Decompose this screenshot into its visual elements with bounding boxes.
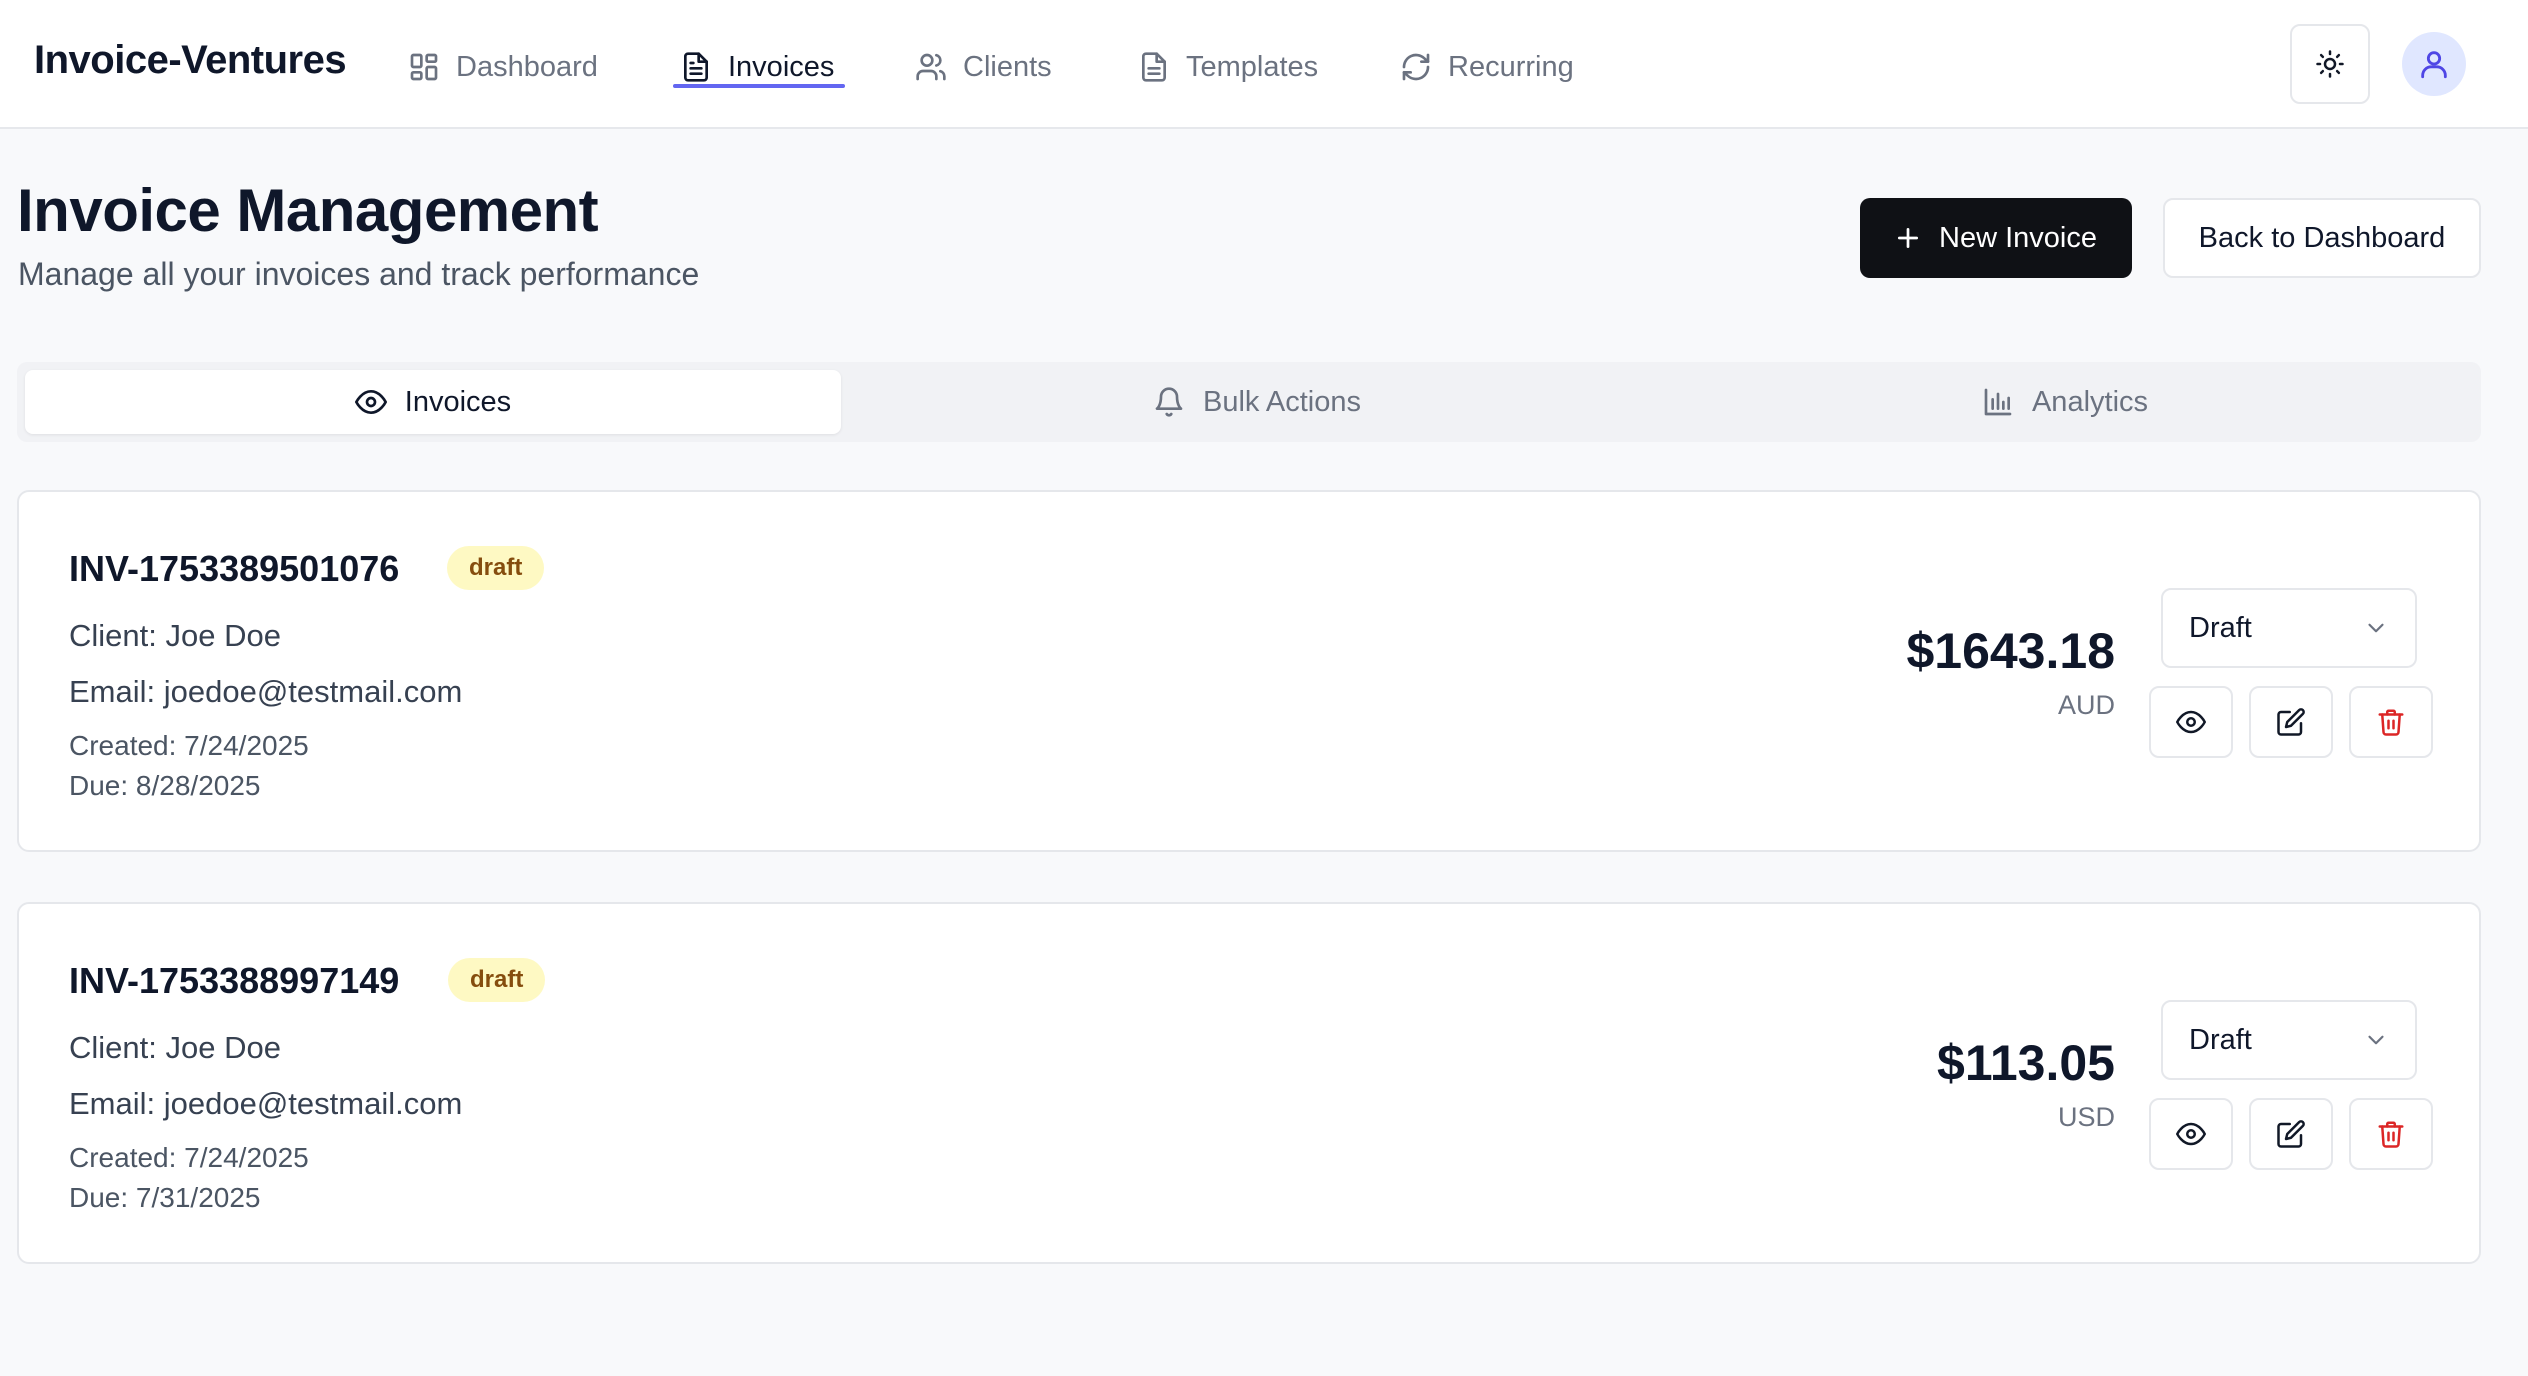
status-badge: draft bbox=[447, 546, 545, 590]
active-nav-indicator bbox=[673, 84, 845, 88]
invoice-amount: $1643.18 bbox=[1906, 623, 2115, 679]
user-icon bbox=[2421, 51, 2447, 79]
nav-item-label: Templates bbox=[1186, 50, 1319, 83]
refresh-icon bbox=[1402, 53, 1430, 81]
edit-invoice-button[interactable] bbox=[2249, 1098, 2333, 1170]
trash-icon bbox=[2378, 1121, 2404, 1148]
status-select[interactable]: Draft bbox=[2161, 1000, 2417, 1080]
invoice-client: Client: Joe Doe bbox=[69, 1030, 281, 1065]
back-to-dashboard-button[interactable]: Back to Dashboard bbox=[2163, 198, 2481, 278]
invoice-card: INV-1753388997149 draft Client: Joe Doe … bbox=[17, 902, 2481, 1264]
invoice-card: INV-1753389501076 draft Client: Joe Doe … bbox=[17, 490, 2481, 852]
view-invoice-button[interactable] bbox=[2149, 1098, 2233, 1170]
chevron-down-icon bbox=[2368, 623, 2384, 633]
new-invoice-button[interactable]: New Invoice bbox=[1860, 198, 2132, 278]
view-invoice-button[interactable] bbox=[2149, 686, 2233, 758]
new-invoice-label: New Invoice bbox=[1939, 221, 2097, 254]
brand-logo[interactable]: Invoice-Ventures bbox=[34, 38, 347, 83]
nav-item-label: Dashboard bbox=[456, 50, 598, 83]
edit-icon bbox=[2277, 1120, 2305, 1148]
chevron-down-icon bbox=[2368, 1035, 2384, 1045]
nav-item-label: Invoices bbox=[728, 50, 835, 83]
invoice-created-date: Created: 7/24/2025 bbox=[69, 730, 309, 761]
invoice-due-date: Due: 8/28/2025 bbox=[69, 770, 261, 801]
tab-invoices[interactable]: Invoices bbox=[25, 370, 841, 434]
sun-icon bbox=[2316, 50, 2344, 78]
tab-label: Invoices bbox=[404, 385, 512, 418]
nav-item-clients[interactable]: Clients bbox=[915, 42, 1052, 92]
invoice-email: Email: joedoe@testmail.com bbox=[69, 674, 463, 709]
page-title: Invoice Management bbox=[17, 177, 599, 244]
nav-item-templates[interactable]: Templates bbox=[1138, 42, 1318, 92]
invoice-id: INV-1753388997149 bbox=[69, 960, 400, 1001]
trash-icon bbox=[2378, 709, 2404, 736]
tab-label: Bulk Actions bbox=[1203, 385, 1361, 418]
invoice-email: Email: joedoe@testmail.com bbox=[69, 1086, 463, 1121]
status-select[interactable]: Draft bbox=[2161, 588, 2417, 668]
invoice-client: Client: Joe Doe bbox=[69, 618, 281, 653]
theme-toggle-button[interactable] bbox=[2290, 24, 2370, 104]
user-avatar[interactable] bbox=[2402, 32, 2466, 96]
nav-item-label: Clients bbox=[963, 50, 1052, 83]
invoice-currency: USD bbox=[2057, 1102, 2115, 1132]
tab-label: Analytics bbox=[2031, 385, 2149, 418]
edit-icon bbox=[2277, 708, 2305, 736]
bar-chart-icon bbox=[1984, 388, 2012, 416]
eye-icon bbox=[2176, 710, 2206, 734]
edit-invoice-button[interactable] bbox=[2249, 686, 2333, 758]
nav-item-dashboard[interactable]: Dashboard bbox=[408, 42, 598, 92]
invoice-due-date: Due: 7/31/2025 bbox=[69, 1182, 261, 1213]
invoice-created-date: Created: 7/24/2025 bbox=[69, 1142, 309, 1173]
tab-list: Invoices Bulk Actions Analytics bbox=[17, 362, 2481, 442]
invoice-amount: $113.05 bbox=[1937, 1035, 2115, 1091]
status-badge: draft bbox=[448, 958, 546, 1002]
nav-item-label: Recurring bbox=[1448, 50, 1574, 83]
users-icon bbox=[916, 53, 946, 81]
eye-icon bbox=[2176, 1122, 2206, 1146]
bell-icon bbox=[1155, 387, 1183, 417]
tab-analytics[interactable]: Analytics bbox=[1657, 370, 2473, 434]
nav-item-recurring[interactable]: Recurring bbox=[1400, 42, 1574, 92]
grid-icon bbox=[410, 53, 438, 81]
back-to-dashboard-label: Back to Dashboard bbox=[2198, 221, 2446, 254]
status-select-value: Draft bbox=[2189, 611, 2252, 644]
top-navigation: Invoice-Ventures Dashboard Invoices Clie… bbox=[0, 0, 2528, 129]
delete-invoice-button[interactable] bbox=[2349, 686, 2433, 758]
delete-invoice-button[interactable] bbox=[2349, 1098, 2433, 1170]
file-icon bbox=[1142, 52, 1166, 82]
status-select-value: Draft bbox=[2189, 1023, 2252, 1056]
invoice-currency: AUD bbox=[2057, 690, 2115, 720]
eye-icon bbox=[354, 390, 387, 414]
tab-bulk-actions[interactable]: Bulk Actions bbox=[849, 370, 1665, 434]
page-subtitle: Manage all your invoices and track perfo… bbox=[18, 256, 700, 292]
invoice-id: INV-1753389501076 bbox=[69, 548, 400, 589]
plus-icon bbox=[1897, 227, 1919, 249]
file-text-icon bbox=[684, 52, 708, 82]
